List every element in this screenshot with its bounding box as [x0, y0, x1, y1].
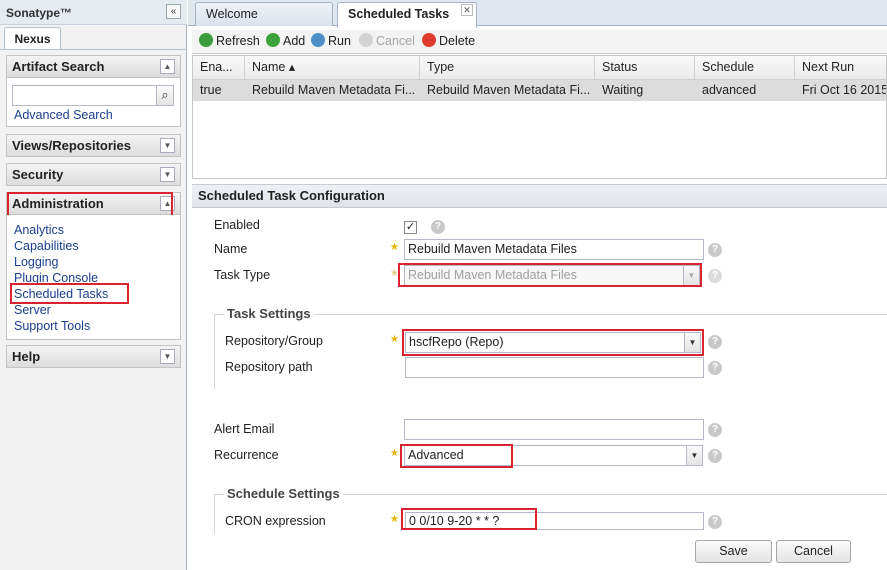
delete-button[interactable]: Delete — [422, 33, 475, 49]
brand-title: Sonatype™ — [6, 6, 73, 20]
security-header[interactable]: Security ▼ — [6, 163, 181, 186]
column-next-run[interactable]: Next Run — [795, 56, 886, 80]
nav-capabilities[interactable]: Capabilities — [14, 239, 79, 253]
nav-server[interactable]: Server — [14, 303, 51, 317]
highlight-box — [398, 263, 702, 287]
enabled-checkbox[interactable]: ✓ — [404, 221, 417, 234]
delete-icon — [422, 33, 436, 47]
cron-label: CRON expression — [225, 514, 326, 528]
fieldset-border — [214, 314, 887, 315]
help-icon[interactable]: ? — [708, 449, 722, 463]
run-button[interactable]: Run — [311, 33, 351, 49]
chevron-down-icon[interactable]: ▼ — [686, 446, 702, 465]
nexus-tab[interactable]: Nexus — [4, 27, 61, 49]
close-icon[interactable]: ✕ — [461, 4, 473, 16]
artifact-search-input[interactable]: ⌕ — [12, 85, 174, 106]
cell-name: Rebuild Maven Metadata Fi... — [252, 83, 416, 97]
expand-down-icon[interactable]: ▼ — [160, 349, 175, 364]
fieldset-border — [214, 494, 215, 534]
artifact-search-title: Artifact Search — [12, 59, 105, 74]
brand-bar: Sonatype™ « — [0, 0, 187, 25]
nav-support-tools[interactable]: Support Tools — [14, 319, 90, 333]
required-star-icon: ★ — [390, 448, 399, 459]
cancel-task-button[interactable]: Cancel — [359, 33, 415, 49]
name-field[interactable]: Rebuild Maven Metadata Files — [404, 239, 704, 260]
cell-enabled: true — [200, 83, 222, 97]
nav-analytics[interactable]: Analytics — [14, 223, 64, 237]
repo-path-field[interactable] — [405, 357, 704, 378]
name-label: Name — [214, 242, 248, 256]
refresh-button[interactable]: Refresh — [199, 33, 260, 49]
highlight-box — [402, 329, 704, 356]
artifact-search-header[interactable]: Artifact Search ▲ — [6, 55, 181, 78]
cell-type: Rebuild Maven Metadata Fi... — [427, 83, 591, 97]
column-enabled[interactable]: Ena... — [193, 56, 245, 80]
cell-next-run: Fri Oct 16 2015 — [802, 83, 886, 97]
collapse-sidebar-button[interactable]: « — [166, 4, 181, 19]
required-star-icon: ★ — [390, 334, 399, 345]
nav-logging[interactable]: Logging — [14, 255, 59, 269]
alert-email-label: Alert Email — [214, 422, 275, 436]
search-icon[interactable]: ⌕ — [156, 86, 173, 105]
cell-schedule: advanced — [702, 83, 757, 97]
task-settings-legend: Task Settings — [224, 306, 314, 321]
enabled-label: Enabled — [214, 218, 260, 232]
highlight-box — [10, 283, 129, 304]
fieldset-border — [214, 314, 215, 389]
highlight-box — [400, 444, 513, 468]
refresh-icon — [199, 33, 213, 47]
required-star-icon: ★ — [390, 514, 399, 525]
repo-group-label: Repository/Group — [225, 334, 323, 348]
help-icon[interactable]: ? — [708, 335, 722, 349]
highlight-box — [401, 508, 537, 530]
run-icon — [311, 33, 325, 47]
toolbar: Refresh Add Run Cancel Delete — [192, 30, 887, 54]
column-status[interactable]: Status — [595, 56, 695, 80]
expand-down-icon[interactable]: ▼ — [160, 138, 175, 153]
add-icon — [266, 33, 280, 47]
help-icon[interactable]: ? — [708, 423, 722, 437]
schedule-settings-legend: Schedule Settings — [224, 486, 343, 501]
column-schedule[interactable]: Schedule — [695, 56, 795, 80]
required-star-icon: ★ — [390, 242, 399, 253]
views-repositories-header[interactable]: Views/Repositories ▼ — [6, 134, 181, 157]
tasks-grid: Ena... Name ▴ Type Status Schedule Next … — [192, 55, 887, 179]
task-type-label: Task Type — [214, 268, 271, 282]
add-button[interactable]: Add — [266, 33, 305, 49]
help-icon[interactable]: ? — [708, 515, 722, 529]
column-name[interactable]: Name ▴ — [245, 56, 420, 80]
save-button[interactable]: Save — [695, 540, 772, 563]
tab-welcome[interactable]: Welcome — [195, 2, 333, 26]
cell-status: Waiting — [602, 83, 644, 97]
tab-scheduled-tasks[interactable]: Scheduled Tasks ✕ — [337, 2, 477, 28]
help-header[interactable]: Help ▼ — [6, 345, 181, 368]
cancel-button[interactable]: Cancel — [776, 540, 851, 563]
tab-bar: Welcome Scheduled Tasks ✕ — [188, 0, 887, 28]
help-icon[interactable]: ? — [708, 269, 722, 283]
recurrence-label: Recurrence — [214, 448, 279, 462]
repo-path-label: Repository path — [225, 360, 313, 374]
column-type[interactable]: Type — [420, 56, 595, 80]
advanced-search-link[interactable]: Advanced Search — [14, 108, 113, 122]
help-icon[interactable]: ? — [708, 361, 722, 375]
expand-down-icon[interactable]: ▼ — [160, 167, 175, 182]
cancel-icon — [359, 33, 373, 47]
help-icon[interactable]: ? — [431, 220, 445, 234]
sidebar: Sonatype™ « Nexus Artifact Search ▲ ⌕ Ad… — [0, 0, 187, 570]
tab-divider — [0, 49, 187, 50]
collapse-up-icon[interactable]: ▲ — [160, 59, 175, 74]
alert-email-field[interactable] — [404, 419, 704, 440]
help-icon[interactable]: ? — [708, 243, 722, 257]
config-title: Scheduled Task Configuration — [192, 184, 887, 208]
